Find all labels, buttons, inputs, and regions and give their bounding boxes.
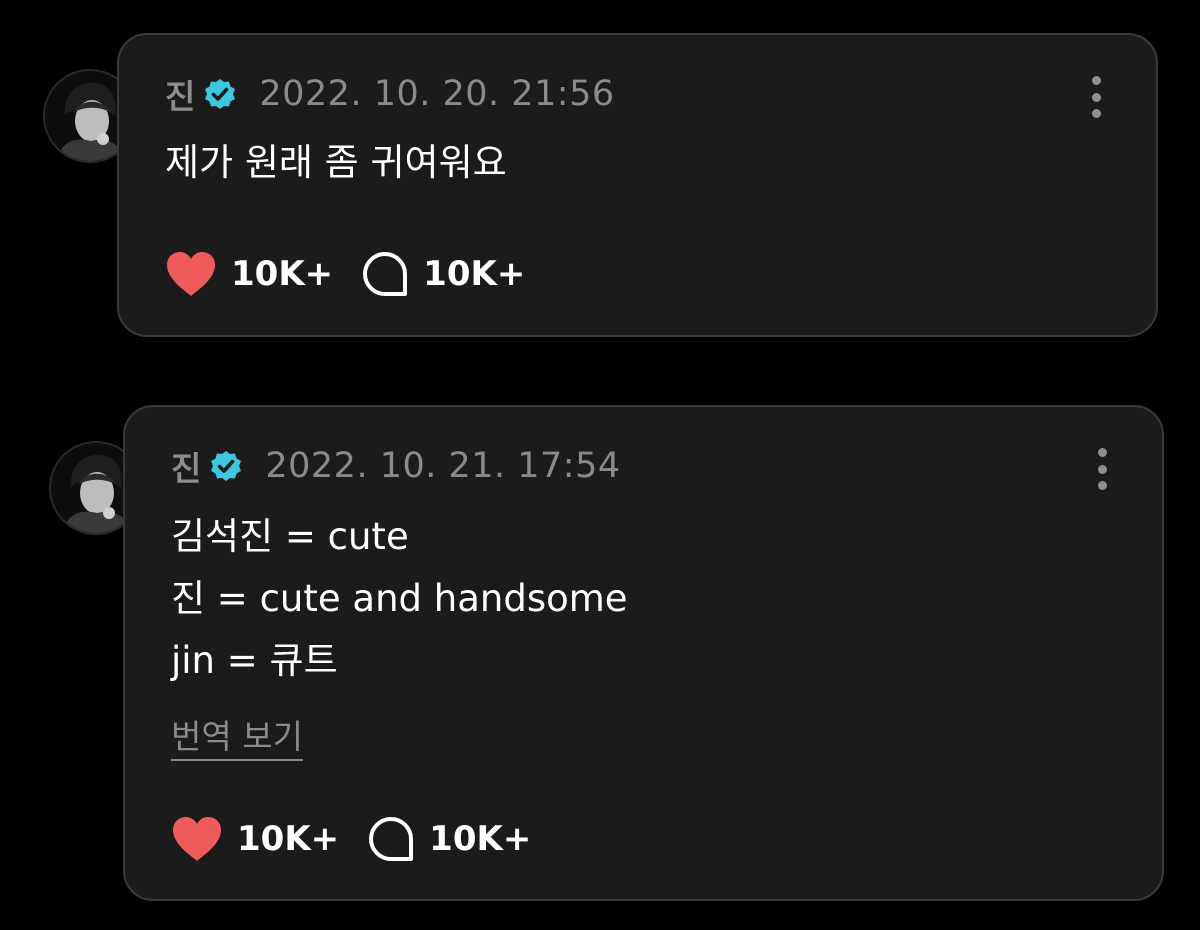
post-header: 진 2022. 10. 21. 17:54 [171,444,621,488]
post-body-line: 진 = cute and handsome [171,577,628,620]
post-timestamp: 2022. 10. 20. 21:56 [259,74,615,114]
comment-button[interactable]: 10K+ [361,250,525,298]
post-actions: 10K+ 10K+ [165,246,525,302]
comment-bubble-icon [363,252,408,296]
comment-button[interactable]: 10K+ [367,815,531,863]
post-card: 진 2022. 10. 21. 17:54 김석진 = cute 진 = cut… [123,405,1164,901]
post-body: 김석진 = cute 진 = cute and handsome jin = 큐… [171,506,628,692]
author-name[interactable]: 진 [171,442,201,490]
more-options-icon[interactable] [1090,76,1102,118]
author-name[interactable]: 진 [165,70,195,118]
comment-bubble-icon [369,817,414,861]
post-timestamp: 2022. 10. 21. 17:54 [265,446,621,486]
post-body-line: jin = 큐트 [171,639,338,682]
verified-badge-icon [203,77,237,111]
post-actions: 10K+ 10K+ [171,811,531,867]
verified-badge-icon [209,449,243,483]
like-button[interactable]: 10K+ [171,815,339,863]
comment-count: 10K+ [429,819,532,859]
translate-link[interactable]: 번역 보기 [171,717,303,761]
heart-icon [173,817,221,861]
like-count: 10K+ [231,254,334,294]
like-button[interactable]: 10K+ [165,250,333,298]
like-count: 10K+ [237,819,340,859]
more-options-icon[interactable] [1096,448,1108,490]
post-card: 진 2022. 10. 20. 21:56 제가 원래 좀 귀여워요 10K+ [117,33,1158,337]
post-body: 제가 원래 좀 귀여워요 [165,132,507,194]
heart-icon [167,252,215,296]
post-body-line: 김석진 = cute [171,515,409,558]
post-header: 진 2022. 10. 20. 21:56 [165,72,615,116]
post-body-line: 제가 원래 좀 귀여워요 [165,141,507,184]
comment-count: 10K+ [423,254,526,294]
